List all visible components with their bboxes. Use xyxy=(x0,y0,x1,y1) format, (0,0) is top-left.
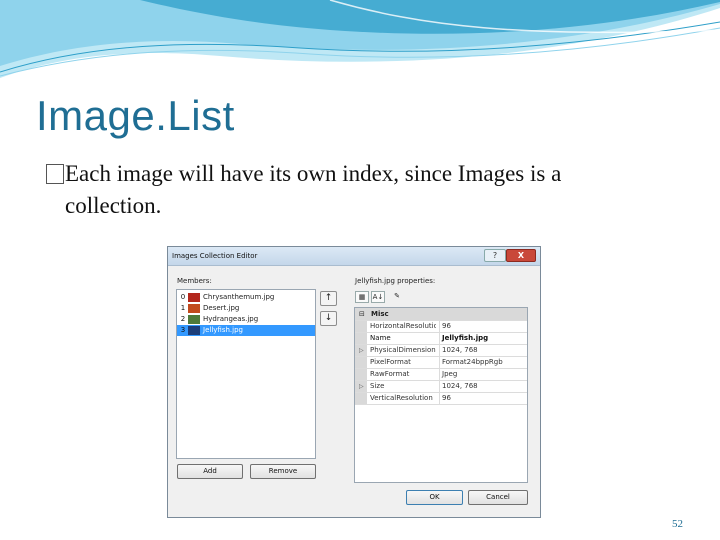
property-name: Name xyxy=(370,334,391,342)
property-row[interactable]: ▷ Size 1024, 768 xyxy=(355,380,527,392)
member-item[interactable]: 1 Desert.jpg xyxy=(177,303,315,314)
member-index: 3 xyxy=(180,326,186,334)
row-gutter xyxy=(355,393,367,404)
dialog-titlebar[interactable]: Images Collection Editor ? X xyxy=(168,247,540,266)
categorized-icon[interactable]: ▦ xyxy=(355,291,369,303)
property-grid[interactable]: ⊟ Misc HorizontalResolutio 96 Name Jelly… xyxy=(354,307,528,483)
property-row[interactable]: PixelFormat Format24bppRgb xyxy=(355,356,527,368)
collapse-icon[interactable]: ⊟ xyxy=(359,308,365,320)
images-collection-editor-dialog: Images Collection Editor ? X Members: Je… xyxy=(167,246,541,518)
expander-icon[interactable]: ▷ xyxy=(359,345,364,356)
members-label: Members: xyxy=(177,277,212,285)
property-pages-icon[interactable]: ✎ xyxy=(390,291,404,303)
row-gutter xyxy=(355,333,367,344)
cancel-button[interactable]: Cancel xyxy=(468,490,528,505)
members-list[interactable]: 0 Chrysanthemum.jpg 1 Desert.jpg 2 Hydra… xyxy=(176,289,316,459)
property-value[interactable]: 1024, 768 xyxy=(439,345,528,356)
member-item[interactable]: 2 Hydrangeas.jpg xyxy=(177,314,315,325)
property-value[interactable]: 1024, 768 xyxy=(439,381,528,392)
property-name: RawFormat xyxy=(370,370,410,378)
bullet-text: Each image will have its own index, sinc… xyxy=(46,158,686,222)
dialog-title: Images Collection Editor xyxy=(172,252,258,260)
property-name: HorizontalResolutio xyxy=(370,322,436,330)
member-thumbnail xyxy=(188,326,200,335)
property-name: Size xyxy=(370,382,385,390)
properties-label: Jellyfish.jpg properties: xyxy=(355,277,436,285)
member-thumbnail xyxy=(188,293,200,302)
bullet-line-1: Each image will have its own index, sinc… xyxy=(65,161,562,186)
property-row[interactable]: ▷ PhysicalDimension 1024, 768 xyxy=(355,344,527,356)
member-thumbnail xyxy=(188,315,200,324)
property-value[interactable]: Jpeg xyxy=(439,369,528,380)
close-button[interactable]: X xyxy=(506,249,536,262)
category-name: Misc xyxy=(371,310,389,318)
expander-icon[interactable]: ▷ xyxy=(359,381,364,392)
property-value[interactable]: 96 xyxy=(439,321,528,332)
category-row[interactable]: ⊟ Misc xyxy=(355,308,527,320)
row-gutter xyxy=(355,357,367,368)
header-swoosh xyxy=(0,0,720,78)
member-index: 0 xyxy=(180,293,186,301)
property-value[interactable]: Format24bppRgb xyxy=(439,357,528,368)
member-index: 1 xyxy=(180,304,186,312)
property-name: PhysicalDimension xyxy=(370,346,436,354)
slide-title: Image.List xyxy=(36,92,235,139)
property-row[interactable]: HorizontalResolutio 96 xyxy=(355,320,527,332)
property-row[interactable]: Name Jellyfish.jpg xyxy=(355,332,527,344)
member-name: Hydrangeas.jpg xyxy=(203,315,259,323)
bullet-line-2: collection. xyxy=(65,193,162,218)
member-name: Chrysanthemum.jpg xyxy=(203,293,275,301)
property-name: PixelFormat xyxy=(370,358,411,366)
move-down-button[interactable]: ↓ xyxy=(320,311,337,326)
member-thumbnail xyxy=(188,304,200,313)
member-item-selected[interactable]: 3 Jellyfish.jpg xyxy=(177,325,315,336)
page-number: 52 xyxy=(672,518,683,530)
property-row[interactable]: RawFormat Jpeg xyxy=(355,368,527,380)
member-name: Desert.jpg xyxy=(203,304,240,312)
alphabetical-icon[interactable]: A↓ xyxy=(371,291,385,303)
member-index: 2 xyxy=(180,315,186,323)
row-gutter xyxy=(355,321,367,332)
ok-button[interactable]: OK xyxy=(406,490,463,505)
bullet-glyph-icon xyxy=(46,164,64,184)
property-row[interactable]: VerticalResolution 96 xyxy=(355,392,527,405)
move-up-button[interactable]: ↑ xyxy=(320,291,337,306)
member-name: Jellyfish.jpg xyxy=(203,326,243,334)
add-button[interactable]: Add xyxy=(177,464,243,479)
property-value[interactable]: Jellyfish.jpg xyxy=(439,333,528,344)
help-button[interactable]: ? xyxy=(484,249,506,262)
row-gutter xyxy=(355,369,367,380)
property-value[interactable]: 96 xyxy=(439,393,528,404)
member-item[interactable]: 0 Chrysanthemum.jpg xyxy=(177,292,315,303)
property-name: VerticalResolution xyxy=(370,394,433,402)
remove-button[interactable]: Remove xyxy=(250,464,316,479)
